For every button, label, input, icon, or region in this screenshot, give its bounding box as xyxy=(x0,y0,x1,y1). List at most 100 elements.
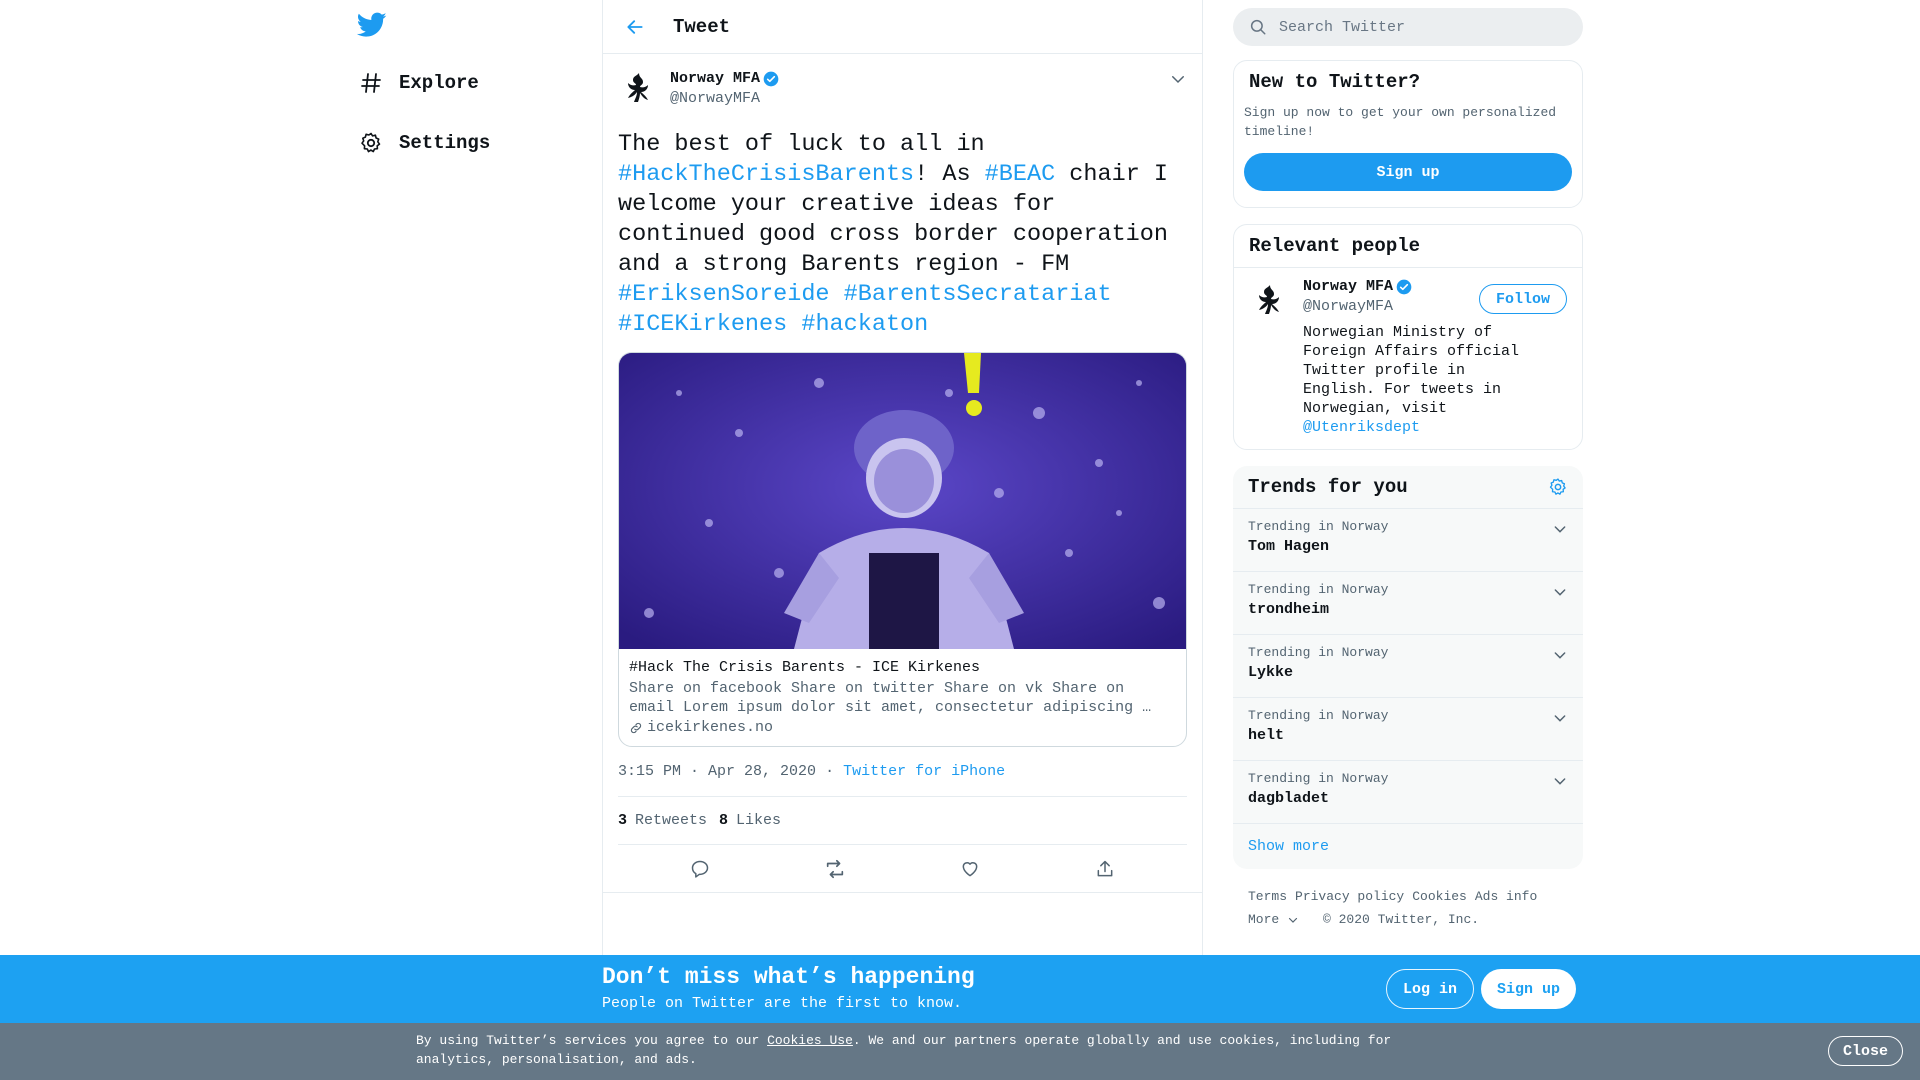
nav-explore-label: Explore xyxy=(399,72,479,94)
trend-context: Trending in Norway xyxy=(1248,708,1389,723)
search-icon xyxy=(1249,18,1267,36)
trends-title: Trends for you xyxy=(1248,476,1408,498)
main-column: Tweet Norway MFA @NorwayMFA The best of … xyxy=(602,0,1203,955)
person-bio-text: Norwegian Ministry of Foreign Affairs of… xyxy=(1303,324,1520,417)
trends-panel: Trends for you Trending in Norway Tom Hag… xyxy=(1233,466,1583,869)
card-title: #Hack The Crisis Barents - ICE Kirkenes xyxy=(629,659,981,676)
tweet-source[interactable]: Twitter for iPhone xyxy=(843,763,1005,780)
new-to-twitter-panel: New to Twitter? Sign up now to get your … xyxy=(1233,60,1583,208)
footer-link-privacy[interactable]: Privacy policy xyxy=(1295,889,1404,904)
hashtag-link[interactable]: #hackaton xyxy=(801,311,928,338)
trend-context: Trending in Norway xyxy=(1248,771,1389,786)
tweet-text-segment: ! As xyxy=(914,161,985,188)
show-more-link[interactable]: Show more xyxy=(1233,824,1583,869)
heart-icon[interactable] xyxy=(950,849,990,889)
person-name[interactable]: Norway MFA xyxy=(1303,278,1393,295)
trend-item[interactable]: Trending in Norway helt xyxy=(1233,698,1583,761)
tweet-meta: 3:15 PM · Apr 28, 2020 · Twitter for iPh… xyxy=(618,763,1187,797)
signup-banner: Don’t miss what’s happening People on Tw… xyxy=(0,955,1920,1023)
footer-link-cookies[interactable]: Cookies xyxy=(1412,889,1467,904)
cookie-text: By using Twitter’s services you agree to… xyxy=(416,1031,1396,1069)
retweets-stat[interactable]: 3 Retweets xyxy=(618,812,707,829)
tweet-text-segment xyxy=(787,311,801,338)
bio-mention-link[interactable]: @Utenriksdept xyxy=(1303,419,1420,436)
tweet-header: Tweet xyxy=(603,0,1202,54)
retweet-icon[interactable] xyxy=(815,849,855,889)
footer-link-ads[interactable]: Ads info xyxy=(1475,889,1537,904)
likes-stat[interactable]: 8 Likes xyxy=(719,812,781,829)
gear-icon[interactable] xyxy=(1548,477,1568,497)
avatar[interactable] xyxy=(618,68,660,110)
trend-context: Trending in Norway xyxy=(1248,645,1389,660)
hashtag-link[interactable]: #EriksenSoreide xyxy=(618,281,830,308)
trend-context: Trending in Norway xyxy=(1248,519,1389,534)
cookies-use-link[interactable]: Cookies Use xyxy=(767,1033,853,1048)
banner-subtitle: People on Twitter are the first to know. xyxy=(602,995,963,1012)
card-image xyxy=(619,353,1186,649)
chevron-down-icon[interactable] xyxy=(1552,521,1568,537)
trend-item[interactable]: Trending in Norway Tom Hagen xyxy=(1233,509,1583,572)
relevant-people-panel: Relevant people Norway MFA @NorwayMFA No… xyxy=(1233,224,1583,450)
nav-explore[interactable]: Explore xyxy=(355,63,479,103)
footer-more[interactable]: More xyxy=(1248,912,1307,927)
hashtag-link[interactable]: #BarentsSecratariat xyxy=(844,281,1112,308)
retweets-label: Retweets xyxy=(635,812,708,829)
link-card[interactable]: #Hack The Crisis Barents - ICE Kirkenes … xyxy=(618,352,1187,747)
chevron-down-icon[interactable] xyxy=(1552,647,1568,663)
follow-button[interactable]: Follow xyxy=(1478,284,1567,314)
nav-settings-label: Settings xyxy=(399,132,491,154)
nav-settings[interactable]: Settings xyxy=(355,123,490,163)
trend-name: helt xyxy=(1248,727,1285,744)
tweet-text-segment xyxy=(830,281,844,308)
right-sidebar: New to Twitter? Sign up now to get your … xyxy=(1233,0,1583,931)
cookie-close-button[interactable]: Close xyxy=(1828,1036,1904,1066)
chevron-down-icon[interactable] xyxy=(1552,710,1568,726)
trend-item[interactable]: Trending in Norway dagbladet xyxy=(1233,761,1583,824)
banner-title: Don’t miss what’s happening xyxy=(602,964,975,990)
tweet-text: The best of luck to all in #HackTheCrisi… xyxy=(618,130,1187,340)
likes-count: 8 xyxy=(719,812,729,829)
new-panel-title: New to Twitter? xyxy=(1249,71,1421,93)
chevron-down-icon[interactable] xyxy=(1169,70,1187,88)
avatar[interactable] xyxy=(1249,280,1291,322)
link-icon xyxy=(629,721,643,735)
author-name[interactable]: Norway MFA xyxy=(670,70,760,87)
relevant-person[interactable]: Norway MFA @NorwayMFA Norwegian Ministry… xyxy=(1234,267,1582,449)
verified-badge-icon xyxy=(763,71,779,87)
trend-item[interactable]: Trending in Norway trondheim xyxy=(1233,572,1583,635)
signup-button[interactable]: Sign up xyxy=(1481,969,1577,1009)
page-title: Tweet xyxy=(673,15,731,38)
footer-link-terms[interactable]: Terms xyxy=(1248,889,1287,904)
tweet-actions xyxy=(603,845,1202,893)
tweet-stats: 3 Retweets 8 Likes xyxy=(618,797,1187,845)
person-bio: Norwegian Ministry of Foreign Affairs of… xyxy=(1303,323,1543,437)
trend-context: Trending in Norway xyxy=(1248,582,1389,597)
chevron-down-icon[interactable] xyxy=(1552,773,1568,789)
chevron-down-icon[interactable] xyxy=(1552,584,1568,600)
retweets-count: 3 xyxy=(618,812,628,829)
tweet-time[interactable]: 3:15 PM · Apr 28, 2020 xyxy=(618,763,816,780)
twitter-logo-icon[interactable] xyxy=(356,12,389,42)
trend-list: Trending in Norway Tom Hagen Trending in N… xyxy=(1233,509,1583,824)
reply-icon[interactable] xyxy=(680,849,720,889)
sidebar-signup-button[interactable]: Sign up xyxy=(1244,153,1572,191)
login-button[interactable]: Log in xyxy=(1386,969,1475,1009)
card-domain-text: icekirkenes.no xyxy=(647,719,774,736)
relevant-panel-title: Relevant people xyxy=(1249,235,1421,257)
card-description: Share on facebook Share on twitter Share… xyxy=(629,680,1152,716)
search-box[interactable] xyxy=(1233,8,1583,46)
trend-name: trondheim xyxy=(1248,601,1330,618)
trend-item[interactable]: Trending in Norway Lykke xyxy=(1233,635,1583,698)
search-input[interactable] xyxy=(1279,18,1559,36)
share-icon[interactable] xyxy=(1085,849,1125,889)
back-arrow-icon[interactable] xyxy=(623,15,647,39)
hashtag-link[interactable]: #BEAC xyxy=(985,161,1056,188)
gear-icon xyxy=(355,127,387,159)
verified-badge-icon xyxy=(1396,279,1412,295)
new-panel-description: Sign up now to get your own personalized… xyxy=(1244,105,1557,139)
hashtag-link[interactable]: #ICEKirkenes xyxy=(618,311,787,338)
trend-name: Lykke xyxy=(1248,664,1294,681)
footer-more-label: More xyxy=(1248,912,1280,927)
hashtag-link[interactable]: #HackTheCrisisBarents xyxy=(618,161,914,188)
author-handle[interactable]: @NorwayMFA xyxy=(670,90,779,107)
